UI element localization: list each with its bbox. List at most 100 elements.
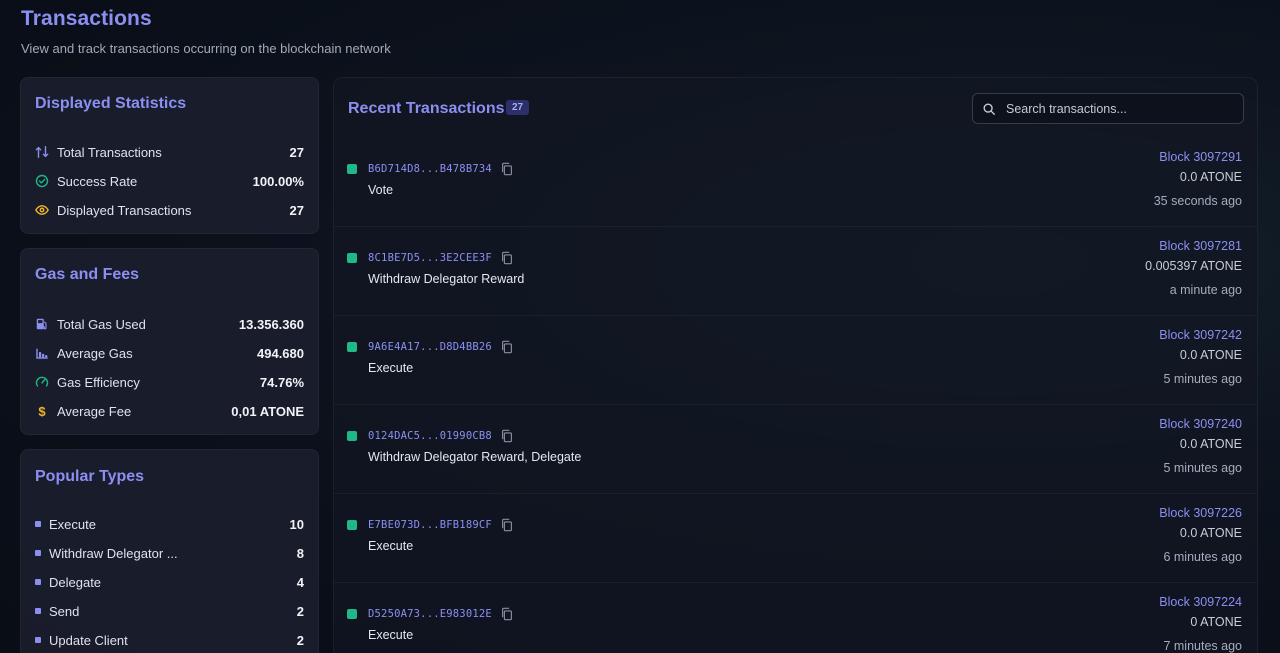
transaction-row[interactable]: E7BE073D...BFB189CF Execute Block 3097226 0… [334,494,1257,583]
stat-label: Total Gas Used [57,316,146,332]
gas-and-fees-card: Gas and Fees Total Gas Used 13.356.360 A… [20,248,319,435]
check-circle-icon [35,174,49,188]
stat-label: Average Gas [57,345,133,361]
stat-displayed-transactions: Displayed Transactions 27 [35,200,304,220]
stat-average-gas: Average Gas 494.680 [35,343,304,363]
stat-value: 0,01 ATONE [231,403,304,419]
transaction-row[interactable]: 9A6E4A17...D8D4BB26 Execute Block 3097242 0… [334,316,1257,405]
copy-icon[interactable] [500,607,514,621]
bar-chart-icon [35,346,49,360]
popular-type-row: Update Client 2 [35,630,304,650]
copy-icon[interactable] [500,162,514,176]
stat-value: 27 [289,144,304,160]
type-count: 8 [296,545,304,561]
transaction-amount: 0.0 ATONE [1179,348,1242,362]
stat-label: Displayed Transactions [57,202,192,218]
gauge-icon [35,375,49,389]
popular-type-row: Send 2 [35,601,304,621]
block-link[interactable]: Block 3097240 [1159,417,1242,431]
stat-total-transactions: Total Transactions 27 [35,142,304,162]
copy-icon[interactable] [500,429,514,443]
type-label: Execute [49,516,96,532]
displayed-statistics-card: Displayed Statistics Total Transactions … [20,77,319,234]
status-success-indicator [347,253,357,263]
status-success-indicator [347,431,357,441]
block-link[interactable]: Block 3097226 [1159,506,1242,520]
fuel-pump-icon [35,317,49,331]
stat-label: Total Transactions [57,144,162,160]
transaction-hash[interactable]: E7BE073D...BFB189CF [368,519,492,531]
stat-label: Success Rate [57,173,138,189]
block-link[interactable]: Block 3097291 [1159,150,1242,164]
transaction-hash[interactable]: D5250A73...E983012E [368,608,492,620]
block-link[interactable]: Block 3097242 [1159,328,1242,342]
transaction-hash[interactable]: B6D714D8...B478B734 [368,163,492,175]
transaction-type: Withdraw Delegator Reward, Delegate [368,450,582,464]
popular-type-row: Withdraw Delegator ... 8 [35,543,304,563]
type-count: 10 [289,516,304,532]
transaction-time: 5 minutes ago [1163,372,1242,386]
page-subtitle: View and track transactions occurring on… [21,41,391,56]
stat-value: 494.680 [257,345,304,361]
type-count: 2 [296,603,304,619]
transaction-row[interactable]: D5250A73...E983012E Execute Block 3097224 0… [334,583,1257,653]
transaction-time: 5 minutes ago [1163,461,1242,475]
stat-success-rate: Success Rate 100.00% [35,171,304,191]
type-count: 4 [296,574,304,590]
popular-type-row: Delegate 4 [35,572,304,592]
transaction-hash[interactable]: 9A6E4A17...D8D4BB26 [368,341,492,353]
type-label: Send [49,603,80,619]
recent-transactions-title: Recent Transactions [348,100,505,117]
popular-type-row: Execute 10 [35,514,304,534]
recent-transactions-panel: Recent Transactions 27 B6D714D8...B478B7… [333,77,1258,653]
transaction-time: 7 minutes ago [1163,639,1242,653]
page-title: Transactions [21,7,152,30]
transaction-hash[interactable]: 0124DAC5...01990CB8 [368,430,492,442]
status-success-indicator [347,520,357,530]
transaction-type: Execute [368,628,414,642]
popular-types-title: Popular Types [35,468,145,485]
transaction-time: 35 seconds ago [1153,194,1242,208]
transaction-amount: 0.0 ATONE [1179,437,1242,451]
transaction-row[interactable]: 0124DAC5...01990CB8 Withdraw Delegator Re… [334,405,1257,494]
stat-value: 27 [289,202,304,218]
transaction-row[interactable]: B6D714D8...B478B734 Vote Block 3097291 0.0 … [334,138,1257,227]
status-success-indicator [347,609,357,619]
transaction-row[interactable]: 8C1BE7D5...3E2CEE3F Withdraw Delegator Re… [334,227,1257,316]
stat-average-fee: $ Average Fee 0,01 ATONE [35,401,304,421]
copy-icon[interactable] [500,251,514,265]
stat-gas-efficiency: Gas Efficiency 74.76% [35,372,304,392]
gas-and-fees-title: Gas and Fees [35,266,140,283]
dollar-icon: $ [38,403,46,419]
transaction-amount: 0 ATONE [1190,615,1242,629]
stat-total-gas-used: Total Gas Used 13.356.360 [35,314,304,334]
type-label: Withdraw Delegator ... [49,545,178,561]
transaction-type: Vote [368,183,394,197]
copy-icon[interactable] [500,340,514,354]
bullet-icon [35,608,41,614]
status-success-indicator [347,164,357,174]
transaction-type: Execute [368,539,414,553]
type-count: 2 [296,632,304,648]
transaction-hash[interactable]: 8C1BE7D5...3E2CEE3F [368,252,492,264]
bullet-icon [35,521,41,527]
stat-value: 100.00% [252,173,304,189]
status-success-indicator [347,342,357,352]
transaction-time: 6 minutes ago [1163,550,1242,564]
search-box[interactable] [972,93,1244,124]
copy-icon[interactable] [500,518,514,532]
stat-value: 13.356.360 [238,316,304,332]
transaction-amount: 0.005397 ATONE [1145,259,1242,273]
search-input[interactable] [1006,101,1236,116]
eye-icon [35,203,49,217]
transaction-type: Withdraw Delegator Reward [368,272,525,286]
transaction-amount: 0.0 ATONE [1179,526,1242,540]
displayed-statistics-title: Displayed Statistics [35,95,187,112]
transaction-amount: 0.0 ATONE [1179,170,1242,184]
transaction-time: a minute ago [1169,283,1242,297]
bullet-icon [35,637,41,643]
arrows-swap-icon [35,145,49,159]
block-link[interactable]: Block 3097224 [1159,595,1242,609]
type-label: Delegate [49,574,102,590]
block-link[interactable]: Block 3097281 [1159,239,1242,253]
